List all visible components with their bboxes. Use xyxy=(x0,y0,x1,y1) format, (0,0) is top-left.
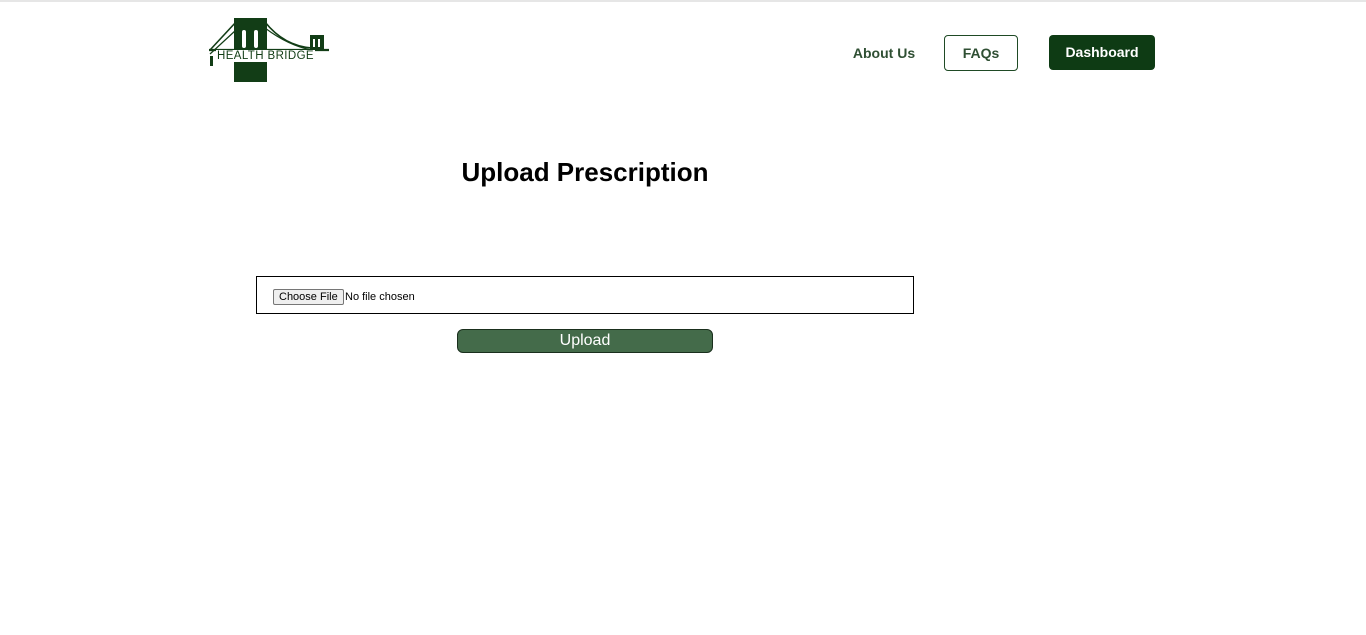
page-title: Upload Prescription xyxy=(461,157,709,187)
site-header: HEALTH BRIDGE About Us FAQs Dashboard xyxy=(0,2,1366,92)
file-input-container: Choose File No file chosen xyxy=(256,276,914,314)
bridge-logo-icon xyxy=(209,18,329,82)
file-status-text: No file chosen xyxy=(345,291,415,303)
nav-faqs-button[interactable]: FAQs xyxy=(944,35,1018,71)
health-bridge-logo[interactable]: HEALTH BRIDGE xyxy=(209,16,331,82)
choose-file-button[interactable]: Choose File xyxy=(273,289,344,305)
nav-dashboard-button[interactable]: Dashboard xyxy=(1049,35,1155,70)
brand-name: HEALTH BRIDGE xyxy=(216,50,316,62)
nav-about-us-link[interactable]: About Us xyxy=(846,36,922,70)
upload-button[interactable]: Upload xyxy=(457,329,713,353)
